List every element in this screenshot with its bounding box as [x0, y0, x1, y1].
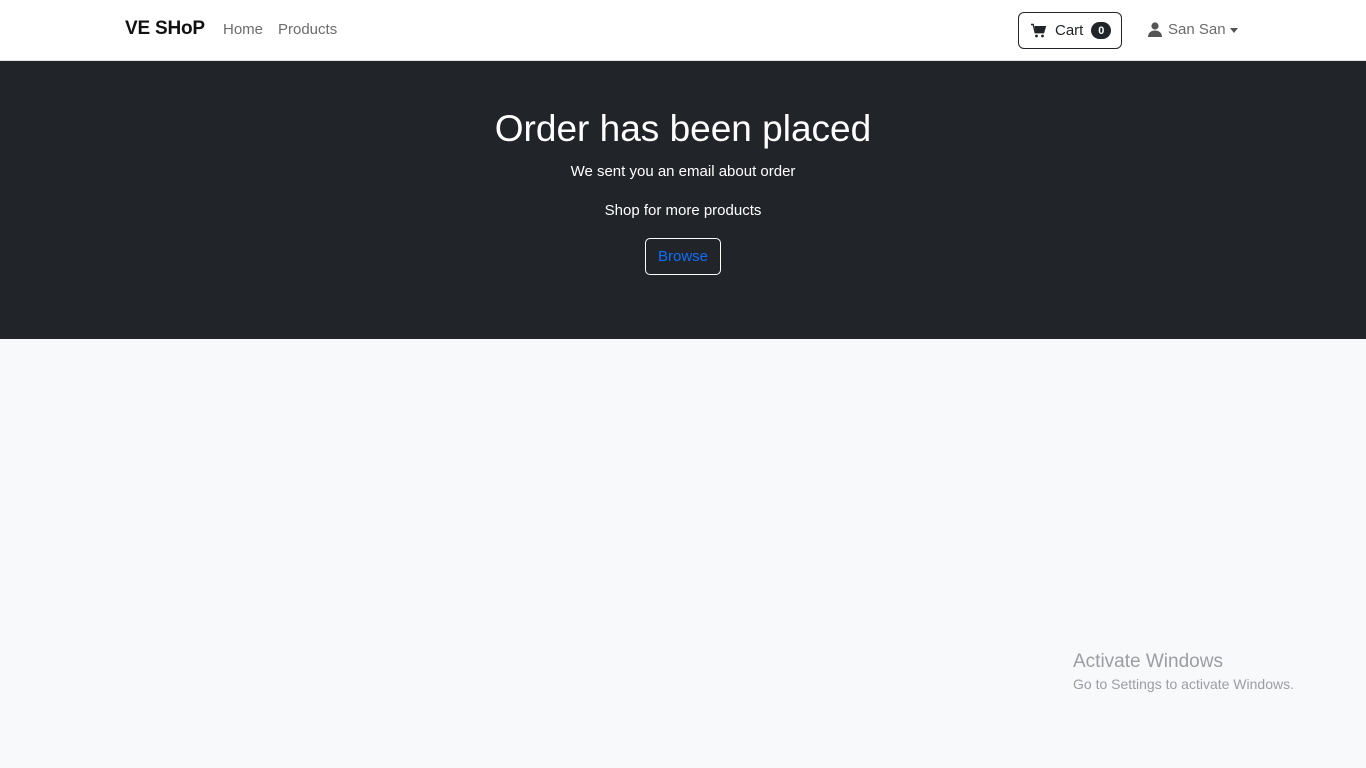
cart-button[interactable]: Cart 0	[1018, 12, 1122, 49]
user-dropdown[interactable]: San San	[1148, 21, 1238, 38]
watermark-subtitle: Go to Settings to activate Windows.	[1073, 676, 1294, 692]
nav-link-home[interactable]: Home	[223, 21, 263, 38]
email-notice: We sent you an email about order	[570, 163, 796, 180]
order-confirmation-banner: Order has been placed We sent you an ema…	[0, 61, 1366, 339]
nav-link-products[interactable]: Products	[278, 21, 337, 38]
cart-icon	[1031, 23, 1047, 39]
browse-button[interactable]: Browse	[645, 238, 721, 275]
user-icon	[1148, 22, 1162, 37]
cart-count-badge: 0	[1091, 22, 1112, 39]
shop-more-text: Shop for more products	[604, 202, 762, 219]
brand-logo[interactable]: VE SHoP	[125, 18, 205, 40]
chevron-down-icon	[1229, 28, 1238, 33]
windows-activation-watermark: Activate Windows Go to Settings to activ…	[1073, 651, 1294, 692]
user-name: San San	[1168, 21, 1226, 38]
watermark-title: Activate Windows	[1073, 651, 1223, 672]
page-title: Order has been placed	[494, 108, 872, 149]
cart-label: Cart	[1055, 22, 1084, 39]
top-navbar: VE SHoP Home Products Cart 0 San San	[0, 0, 1366, 61]
